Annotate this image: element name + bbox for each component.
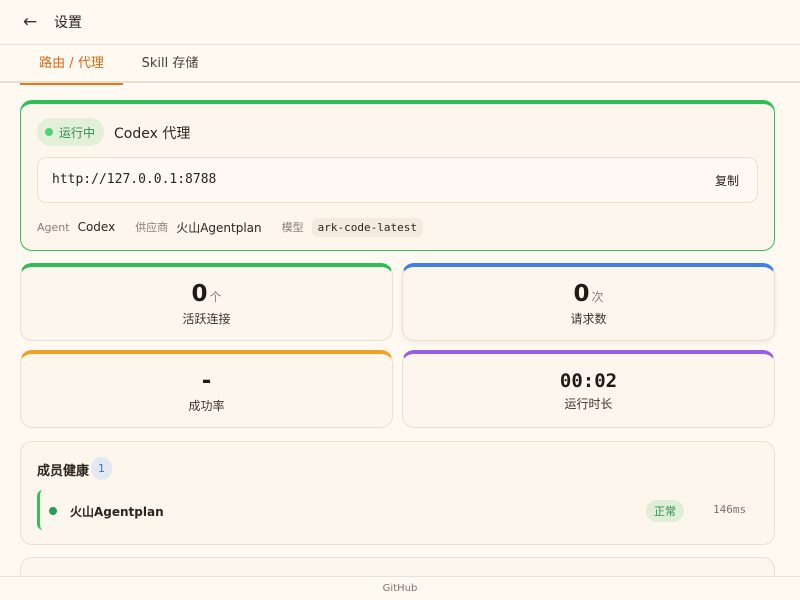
status-badge: 运行中 [37, 118, 105, 146]
status-dot-icon [49, 507, 57, 515]
model-value: ark-code-latest [311, 217, 423, 237]
latency-value: 146ms [713, 503, 747, 516]
proxy-url: http://127.0.0.1:8788 [52, 172, 217, 187]
member-name: 火山Agentplan [70, 505, 164, 519]
stat-value: 00:02 [559, 369, 618, 392]
tab-routing-proxy[interactable]: 路由 / 代理 [20, 45, 123, 85]
top-bar: ← 设置 [0, 0, 800, 45]
provider-key: 供应商 [135, 221, 169, 234]
model-key: 模型 [281, 221, 304, 234]
stat-uptime: 00:02 运行时长 [402, 350, 775, 428]
copy-button[interactable]: 复制 [715, 172, 739, 189]
stat-label: 请求数 [570, 311, 607, 326]
status-dot-icon [45, 128, 53, 136]
stat-success-rate: - 成功率 [20, 350, 393, 428]
agent-key: Agent [37, 220, 70, 234]
footer: GitHub [0, 576, 800, 600]
count-badge: 1 [91, 457, 112, 480]
stat-label: 运行时长 [564, 396, 613, 411]
stat-value: 0 [191, 280, 208, 307]
stat-unit: 个 [209, 289, 222, 304]
status-label: 运行中 [59, 125, 96, 140]
agent-value: Codex [77, 220, 116, 234]
proxy-url-box: http://127.0.0.1:8788 复制 [37, 157, 758, 203]
proxy-name: Codex 代理 [114, 126, 191, 142]
proxy-meta: Agent Codex 供应商 火山Agentplan 模型 ark-code-… [37, 216, 423, 238]
stat-unit: 次 [591, 289, 604, 304]
github-link[interactable]: GitHub [383, 583, 418, 594]
page-title: 设置 [54, 15, 82, 31]
proxy-card: 运行中 Codex 代理 http://127.0.0.1:8788 复制 Ag… [20, 100, 775, 251]
stat-label: 活跃连接 [182, 311, 231, 326]
list-item[interactable]: 火山Agentplan 正常 146ms [37, 490, 758, 530]
stat-active-connections: 0 个 活跃连接 [20, 263, 393, 341]
stat-label: 成功率 [188, 398, 225, 413]
member-health-card: 成员健康 1 火山Agentplan 正常 146ms [20, 441, 775, 545]
status-badge: 正常 [646, 500, 684, 522]
section-title: 成员健康 [37, 464, 90, 479]
back-arrow-icon[interactable]: ← [20, 12, 40, 32]
provider-value: 火山Agentplan [176, 220, 262, 235]
tab-bar: 路由 / 代理 Skill 存储 [0, 45, 800, 85]
stat-requests: 0 次 请求数 [402, 263, 775, 341]
stat-value: - [201, 367, 212, 394]
tab-skill-storage[interactable]: Skill 存储 [130, 45, 210, 83]
stat-value: 0 [573, 280, 590, 307]
